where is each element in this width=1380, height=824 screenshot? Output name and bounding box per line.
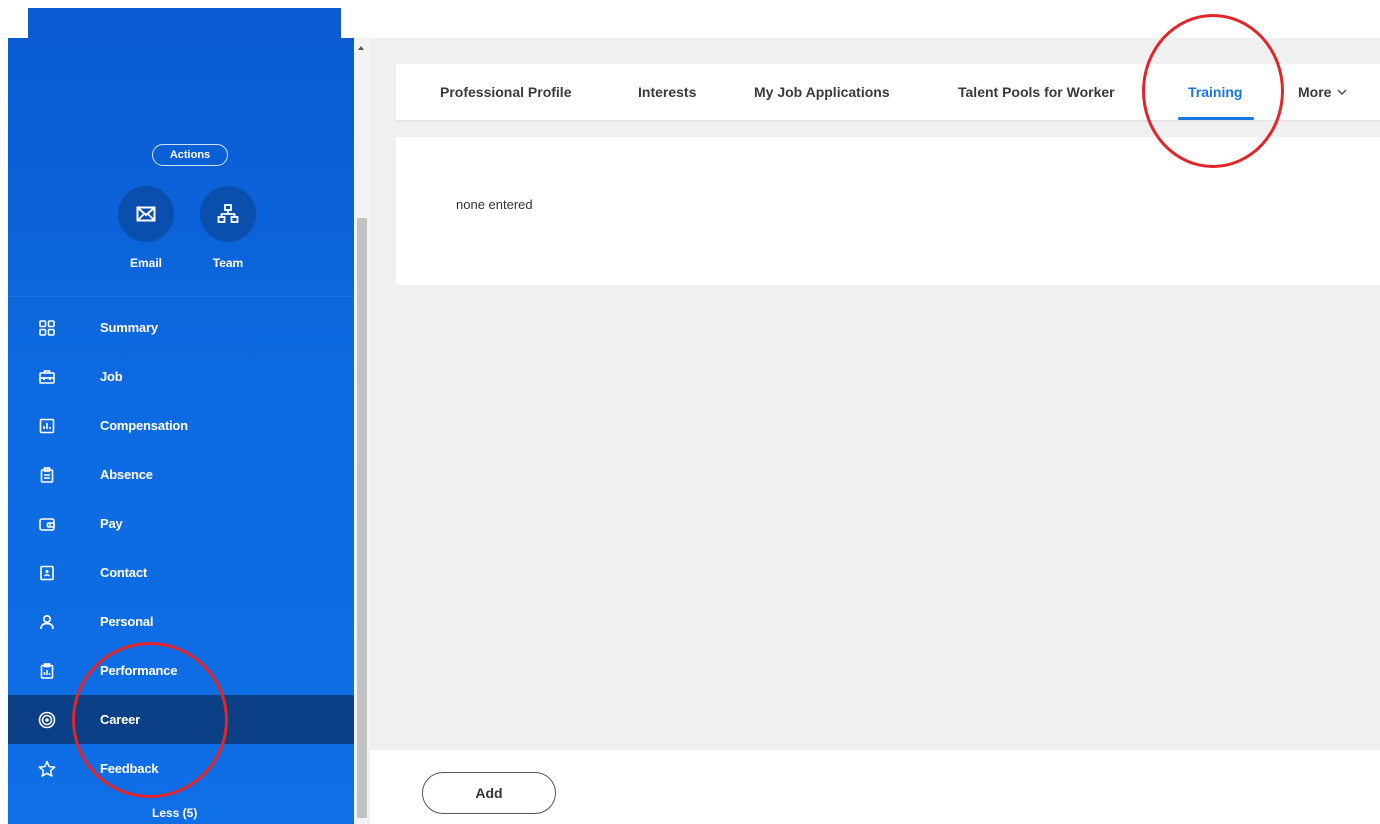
chevron-down-icon — [1337, 86, 1347, 98]
grid-icon — [38, 319, 56, 337]
sidebar-item-label: Contact — [100, 565, 147, 580]
sidebar-item-performance[interactable]: Performance — [8, 646, 354, 695]
sidebar-item-contact[interactable]: Contact — [8, 548, 354, 597]
sidebar-item-feedback[interactable]: Feedback — [8, 744, 354, 793]
sidebar-item-personal[interactable]: Personal — [8, 597, 354, 646]
sidebar-item-label: Performance — [100, 663, 178, 678]
tab-label: My Job Applications — [754, 84, 890, 100]
footer-bar: Add — [370, 750, 1380, 824]
scroll-thumb[interactable] — [357, 218, 367, 818]
sidebar: Actions Email Team Summary Job Compensat… — [8, 38, 354, 824]
add-button[interactable]: Add — [422, 772, 556, 814]
sidebar-divider — [8, 296, 354, 297]
sidebar-item-label: Summary — [100, 320, 158, 335]
tab-more[interactable]: More — [1298, 64, 1347, 120]
scroll-up-arrow-icon[interactable] — [358, 46, 364, 50]
mail-icon — [136, 206, 156, 222]
team-label: Team — [212, 256, 244, 270]
tab-training[interactable]: Training — [1177, 64, 1256, 120]
sidebar-item-label: Career — [100, 712, 140, 727]
tab-talent-pools[interactable]: Talent Pools for Worker — [958, 64, 1115, 120]
sidebar-item-label: Pay — [100, 516, 123, 531]
sidebar-item-label: Absence — [100, 467, 153, 482]
sidebar-item-summary[interactable]: Summary — [8, 303, 354, 352]
tab-my-job-applications[interactable]: My Job Applications — [754, 64, 890, 120]
person-icon — [38, 613, 56, 631]
tab-label: Talent Pools for Worker — [958, 84, 1115, 100]
sidebar-item-compensation[interactable]: Compensation — [8, 401, 354, 450]
sidebar-item-label: Compensation — [100, 418, 188, 433]
clipboard-chart-icon — [38, 662, 56, 680]
tab-label: Professional Profile — [440, 84, 572, 100]
clipboard-icon — [38, 466, 56, 484]
tab-label: Training — [1188, 84, 1243, 100]
tab-professional-profile[interactable]: Professional Profile — [440, 64, 571, 120]
team-button[interactable]: Team — [198, 186, 258, 270]
sidebar-scrollbar[interactable] — [354, 38, 370, 824]
star-icon — [38, 760, 56, 778]
main-content: Professional Profile Interests My Job Ap… — [370, 38, 1380, 824]
email-button[interactable]: Email — [116, 186, 176, 270]
tab-bar: Professional Profile Interests My Job Ap… — [396, 64, 1380, 120]
contact-card-icon — [38, 564, 56, 582]
sidebar-item-job[interactable]: Job — [8, 352, 354, 401]
target-icon — [38, 711, 56, 729]
sidebar-item-label: Feedback — [100, 761, 159, 776]
team-circle — [200, 186, 256, 242]
less-link[interactable]: Less (5) — [152, 806, 197, 820]
briefcase-icon — [38, 368, 56, 386]
email-circle — [118, 186, 174, 242]
org-chart-icon — [217, 204, 239, 223]
actions-button[interactable]: Actions — [152, 144, 228, 166]
empty-state-text: none entered — [456, 197, 533, 212]
tab-clip: Talent Pools for Worker — [938, 64, 1144, 120]
tab-interests[interactable]: Interests — [638, 64, 696, 120]
training-panel: none entered — [396, 137, 1380, 285]
sidebar-nav: Summary Job Compensation Absence Pay Con… — [8, 303, 354, 793]
sidebar-item-absence[interactable]: Absence — [8, 450, 354, 499]
sidebar-item-label: Personal — [100, 614, 154, 629]
email-label: Email — [129, 256, 162, 270]
chart-doc-icon — [38, 417, 56, 435]
sidebar-item-career[interactable]: Career — [8, 695, 354, 744]
tab-label: More — [1298, 84, 1332, 100]
wallet-icon — [38, 515, 56, 533]
sidebar-item-pay[interactable]: Pay — [8, 499, 354, 548]
sidebar-item-label: Job — [100, 369, 123, 384]
tab-label: Interests — [638, 84, 697, 100]
sidebar-header-tab — [28, 8, 341, 40]
